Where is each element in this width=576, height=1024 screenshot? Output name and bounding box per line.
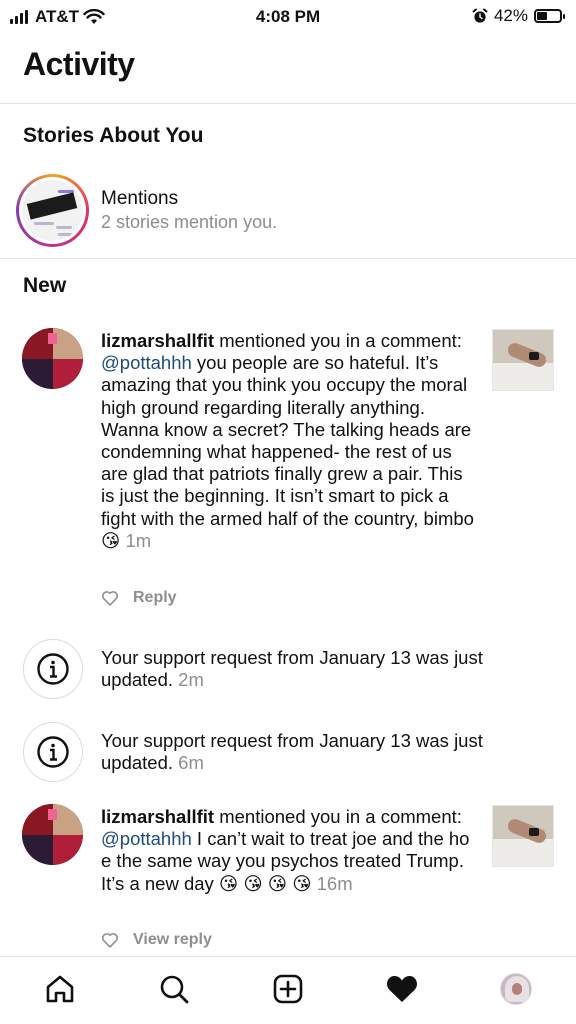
timestamp: 2m [178,669,204,691]
battery-percent: 42% [493,6,528,25]
profile-tab[interactable] [498,971,534,1007]
header-divider [0,103,576,104]
page-title: Activity [23,46,135,82]
reply-row: Reply [101,589,177,607]
comment-text: you people are so hateful. It’s amazing … [101,352,474,551]
notification-action-text: mentioned you in a comment: [214,806,462,827]
home-tab[interactable] [42,971,78,1007]
activity-heart-icon [387,976,417,1002]
support-notification[interactable]: Your support request from January 13 was… [101,647,541,691]
mention-link[interactable]: @pottahhh [101,352,192,373]
new-heading: New [23,274,67,297]
reply-button[interactable]: Reply [133,589,177,607]
home-icon [46,975,74,1003]
info-icon-circle [23,722,83,782]
user-avatar[interactable] [22,328,83,389]
reply-row: View reply [101,931,212,949]
info-icon [37,653,69,685]
comment-notification[interactable]: lizmarshallfit mentioned you in a commen… [101,330,476,552]
user-avatar[interactable] [22,804,83,865]
activity-tab[interactable] [384,971,420,1007]
mentions-title[interactable]: Mentions [101,188,178,210]
support-notification-text: Your support request from January 13 was… [101,730,483,774]
username-link[interactable]: lizmarshallfit [101,806,214,827]
create-post-icon [273,974,303,1004]
search-tab[interactable] [156,971,192,1007]
story-preview-image [22,180,83,241]
mention-link[interactable]: @pottahhh [101,828,192,849]
mentions-story-avatar[interactable] [16,174,89,247]
status-right: 42% [472,6,565,26]
profile-avatar [500,973,532,1005]
timestamp: 16m [316,872,353,894]
bottom-tab-bar [0,956,576,1024]
search-icon [160,975,189,1004]
info-icon [37,736,69,768]
timestamp: 1m [125,529,152,551]
timestamp: 6m [178,752,204,774]
comment-notification[interactable]: lizmarshallfit mentioned you in a commen… [101,806,476,895]
mentions-subtitle: 2 stories mention you. [101,212,278,232]
battery-icon [534,9,565,23]
support-notification[interactable]: Your support request from January 13 was… [101,730,541,774]
status-bar: AT&T 4:08 PM 42% [0,0,576,34]
battery-level-fill [537,12,548,20]
heart-outline-icon[interactable] [101,932,119,948]
create-post-tab[interactable] [270,971,306,1007]
view-reply-button[interactable]: View reply [133,931,212,949]
post-thumbnail[interactable] [492,329,554,391]
username-link[interactable]: lizmarshallfit [101,330,214,351]
alarm-icon [472,8,488,23]
post-thumbnail[interactable] [492,805,554,867]
info-icon-circle [23,639,83,699]
heart-outline-icon[interactable] [101,590,119,606]
support-notification-text: Your support request from January 13 was… [101,647,483,691]
stories-heading: Stories About You [23,124,204,147]
stories-divider [0,258,576,259]
notification-action-text: mentioned you in a comment: [214,330,462,351]
